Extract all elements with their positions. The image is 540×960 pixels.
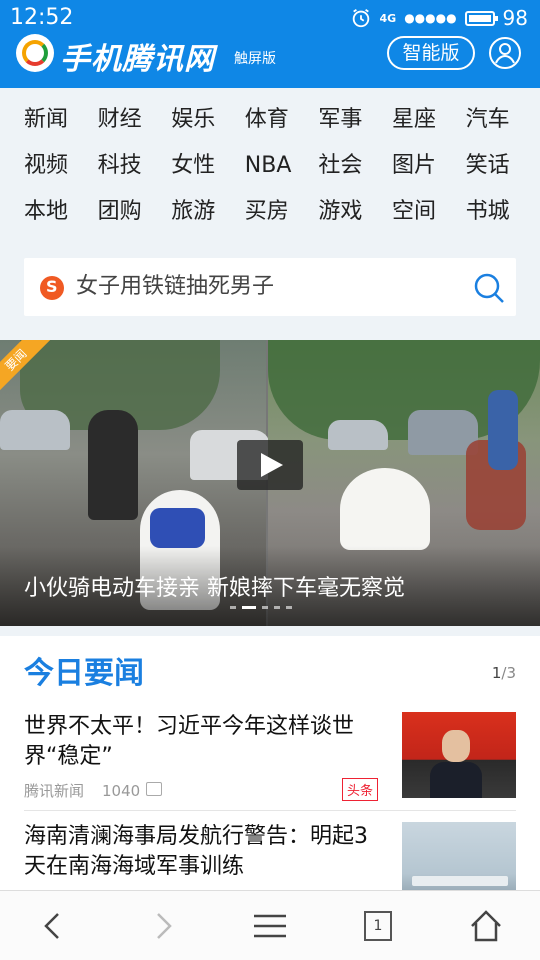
carousel-dot	[274, 606, 280, 609]
battery-level: 98	[502, 6, 528, 30]
tencent-logo-icon[interactable]	[16, 34, 54, 72]
page-current: 1	[491, 664, 502, 682]
status-bar: 12:52 4G ●●●●● 98	[0, 0, 540, 36]
forward-button[interactable]	[108, 891, 216, 960]
site-logo-text[interactable]: 手机腾讯网	[60, 34, 215, 78]
tabs-button[interactable]: 1	[324, 891, 432, 960]
category-item[interactable]: 女性	[171, 148, 245, 184]
headline-tag: 头条	[342, 778, 379, 801]
home-button[interactable]	[432, 891, 540, 960]
news-item[interactable]: 世界不太平！习近平今年这样谈世界“稳定” 腾讯新闻 1040 头条	[24, 712, 516, 802]
carousel-indicator	[230, 606, 292, 609]
carousel-dot-active	[242, 606, 256, 609]
news-item[interactable]: 海南清澜海事局发航行警告：明起3天在南海海域军事训练	[24, 822, 516, 890]
page-indicator: 1/3	[492, 664, 516, 682]
page-total: /3	[501, 664, 516, 682]
category-item[interactable]: 体育	[245, 102, 319, 138]
category-item[interactable]: 财经	[98, 102, 172, 138]
play-icon[interactable]	[237, 440, 303, 490]
tabs-icon: 1	[364, 911, 392, 941]
bottom-navigation: 1	[0, 890, 540, 960]
section-title: 今日要闻	[24, 656, 144, 691]
category-item[interactable]: 社会	[318, 148, 392, 184]
news-source: 腾讯新闻	[24, 782, 85, 800]
category-item[interactable]: 视频	[24, 148, 98, 184]
category-item[interactable]: 娱乐	[171, 102, 245, 138]
news-thumbnail[interactable]	[402, 822, 516, 890]
search-bar[interactable]: 女子用铁链抽死男子	[24, 258, 516, 316]
menu-button[interactable]	[216, 891, 324, 960]
news-comments[interactable]: 1040	[102, 781, 163, 800]
home-icon	[471, 910, 501, 942]
signal-icon: ●●●●●	[404, 11, 457, 25]
category-item[interactable]: 买房	[245, 194, 319, 230]
category-item[interactable]: 汽车	[466, 102, 540, 138]
category-grid: 新闻 财经 娱乐 体育 军事 星座 汽车 视频 科技 女性 NBA 社会 图片 …	[0, 102, 540, 230]
category-item[interactable]: 空间	[392, 194, 466, 230]
forward-icon	[157, 913, 172, 939]
comment-icon	[146, 781, 163, 796]
category-item[interactable]: 笑话	[466, 148, 540, 184]
news-headline[interactable]: 世界不太平！习近平今年这样谈世界“稳定”	[24, 712, 384, 772]
search-icon[interactable]	[472, 271, 506, 305]
category-item[interactable]: NBA	[245, 148, 319, 184]
category-item[interactable]: 旅游	[171, 194, 245, 230]
category-item[interactable]: 游戏	[318, 194, 392, 230]
news-thumbnail[interactable]	[402, 712, 516, 798]
sogou-icon	[40, 276, 64, 300]
category-item[interactable]: 本地	[24, 194, 98, 230]
category-item[interactable]: 星座	[392, 102, 466, 138]
user-icon[interactable]	[488, 36, 522, 70]
category-item[interactable]: 新闻	[24, 102, 98, 138]
divider	[24, 810, 516, 811]
news-meta: 腾讯新闻 1040	[24, 780, 163, 801]
category-item[interactable]: 科技	[98, 148, 172, 184]
status-indicators: 4G ●●●●● 98	[350, 6, 528, 30]
carousel-dot	[262, 606, 268, 609]
back-button[interactable]	[0, 891, 108, 960]
news-headline[interactable]: 海南清澜海事局发航行警告：明起3天在南海海域军事训练	[24, 822, 384, 882]
carousel-dot	[230, 606, 236, 609]
category-item[interactable]: 军事	[318, 102, 392, 138]
comment-count: 1040	[102, 781, 141, 800]
back-icon	[44, 913, 59, 939]
battery-icon	[464, 10, 498, 26]
top-news-section: 今日要闻 1/3 世界不太平！习近平今年这样谈世界“稳定” 腾讯新闻 1040 …	[0, 636, 540, 890]
search-input[interactable]: 女子用铁链抽死男子	[76, 258, 274, 316]
category-item[interactable]: 书城	[466, 194, 540, 230]
category-item[interactable]: 图片	[392, 148, 466, 184]
category-item[interactable]: 团购	[98, 194, 172, 230]
hero-caption[interactable]: 小伙骑电动车接亲 新娘摔下车毫无察觉	[24, 570, 405, 602]
category-section: 新闻 财经 娱乐 体育 军事 星座 汽车 视频 科技 女性 NBA 社会 图片 …	[0, 88, 540, 338]
carousel-dot	[286, 606, 292, 609]
featured-video-banner[interactable]: 要闻 小伙骑电动车接亲 新娘摔下车毫无察觉	[0, 340, 540, 626]
alarm-icon	[352, 8, 369, 28]
site-version-label: 触屏版	[234, 51, 276, 67]
menu-icon	[254, 914, 286, 938]
app-header: 手机腾讯网 触屏版 智能版	[0, 34, 540, 88]
smart-version-button[interactable]: 智能版	[387, 36, 475, 70]
network-type: 4G	[379, 11, 397, 25]
status-time: 12:52	[10, 5, 74, 30]
